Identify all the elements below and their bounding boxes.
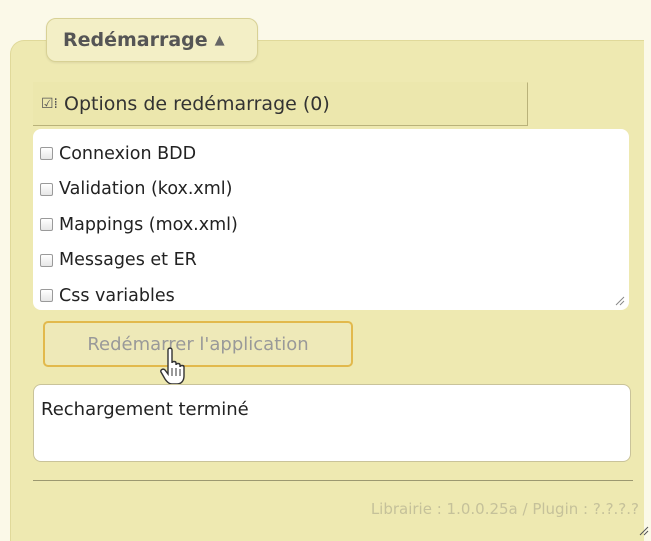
status-message-box: Rechargement terminé — [33, 384, 631, 462]
list-item[interactable]: Messages et ER — [33, 243, 629, 279]
checkbox[interactable] — [40, 253, 53, 267]
divider — [33, 480, 633, 481]
options-header-label: Options de redémarrage (0) — [64, 93, 330, 115]
option-label: Css variables — [59, 285, 175, 306]
status-message: Rechargement terminé — [41, 399, 249, 420]
restart-application-button[interactable]: Redémarrer l'application — [43, 321, 353, 367]
corner-resize-icon[interactable] — [637, 524, 649, 539]
version-info: Librairie : 1.0.0.25a / Plugin : ?.?.?.? — [370, 500, 639, 518]
option-label: Mappings (mox.xml) — [59, 214, 238, 235]
list-item[interactable]: Connexion BDD — [33, 136, 629, 172]
list-item[interactable]: Mappings (mox.xml) — [33, 207, 629, 243]
checklist-icon: ☑⁞ — [41, 96, 59, 112]
checkbox[interactable] — [40, 289, 53, 303]
tab-redemarrage[interactable]: Redémarrage ▲ — [46, 18, 258, 62]
list-item[interactable]: Css variables — [33, 278, 629, 314]
list-item[interactable]: Validation (kox.xml) — [33, 172, 629, 208]
checkbox[interactable] — [40, 218, 53, 232]
tab-label: Redémarrage — [63, 29, 208, 51]
checkbox[interactable] — [40, 147, 53, 161]
collapse-arrow-icon: ▲ — [214, 32, 225, 48]
resize-grip-icon[interactable] — [613, 294, 625, 306]
checkbox[interactable] — [40, 182, 53, 196]
option-label: Connexion BDD — [59, 143, 197, 164]
option-label: Messages et ER — [59, 250, 197, 271]
options-list[interactable]: Connexion BDD Validation (kox.xml) Mappi… — [33, 129, 629, 310]
options-header[interactable]: ☑⁞ Options de redémarrage (0) — [33, 82, 528, 126]
option-label: Validation (kox.xml) — [59, 179, 233, 200]
